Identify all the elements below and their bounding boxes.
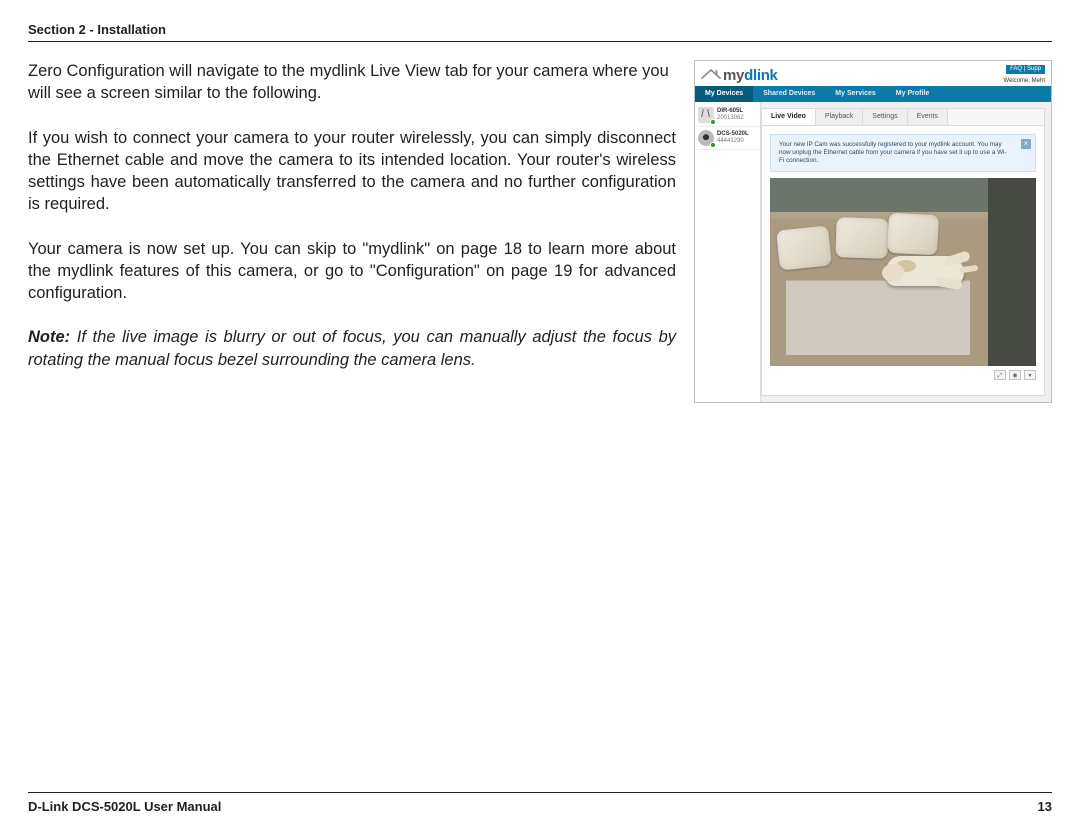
device-item-router[interactable]: DIR-605L 20013062 <box>695 104 760 127</box>
brand-dlink: dlink <box>744 67 778 84</box>
device-name: DIR-605L <box>717 108 744 115</box>
control-dropdown[interactable]: ▾ <box>1024 370 1036 380</box>
section-title: Section 2 - Installation <box>28 22 1052 37</box>
nav-shared-devices[interactable]: Shared Devices <box>753 86 825 102</box>
device-id: 44441290 <box>717 138 749 145</box>
page-footer: D-Link DCS-5020L User Manual 13 <box>28 792 1052 814</box>
note-paragraph: Note: If the live image is blurry or out… <box>28 326 676 371</box>
note-label: Note: <box>28 328 70 346</box>
device-name: DCS-5020L <box>717 131 749 138</box>
device-sidebar: DIR-605L 20013062 DCS-5020L 44441290 <box>695 102 761 402</box>
dog-on-couch <box>886 256 964 286</box>
main-nav: My Devices Shared Devices My Services My… <box>695 86 1051 102</box>
close-icon[interactable]: × <box>1021 139 1031 149</box>
nav-my-devices[interactable]: My Devices <box>695 86 753 102</box>
live-video-frame <box>770 178 1036 366</box>
note-text: If the live image is blurry or out of fo… <box>28 328 676 368</box>
brand-my: my <box>723 67 744 84</box>
manual-title: D-Link DCS-5020L User Manual <box>28 799 221 814</box>
tab-playback[interactable]: Playback <box>816 109 863 125</box>
welcome-text: Welcome, Meht <box>1003 78 1045 84</box>
camera-icon <box>698 130 714 146</box>
registration-notice: Your new IP Cam was successfully registe… <box>770 134 1036 173</box>
control-button[interactable]: ◉ <box>1009 370 1021 380</box>
mydlink-logo: mydlink <box>701 68 778 85</box>
device-id: 20013062 <box>717 115 744 122</box>
nav-my-services[interactable]: My Services <box>825 86 885 102</box>
control-button[interactable]: ⤢ <box>994 370 1006 380</box>
nav-my-profile[interactable]: My Profile <box>886 86 939 102</box>
status-dot-icon <box>710 142 716 148</box>
main-panel: Live Video Playback Settings Events Your… <box>761 108 1045 396</box>
content-tabs: Live Video Playback Settings Events <box>762 109 1044 126</box>
house-icon <box>701 68 721 84</box>
paragraph-1: Zero Configuration will navigate to the … <box>28 60 676 105</box>
body-text-column: Zero Configuration will navigate to the … <box>28 60 676 403</box>
page-number: 13 <box>1038 799 1052 814</box>
faq-link[interactable]: FAQ | Supp <box>1006 65 1045 74</box>
router-icon <box>698 107 714 123</box>
tab-settings[interactable]: Settings <box>863 109 907 125</box>
device-item-camera[interactable]: DCS-5020L 44441290 <box>695 127 760 150</box>
paragraph-2: If you wish to connect your camera to yo… <box>28 127 676 216</box>
status-dot-icon <box>710 119 716 125</box>
mydlink-screenshot: mydlink FAQ | Supp Welcome, Meht My Devi… <box>694 60 1052 403</box>
tab-live-video[interactable]: Live Video <box>762 109 816 125</box>
header-rule: Section 2 - Installation <box>28 22 1052 42</box>
paragraph-3: Your camera is now set up. You can skip … <box>28 238 676 305</box>
tab-events[interactable]: Events <box>908 109 948 125</box>
video-controls: ⤢ ◉ ▾ <box>770 370 1036 380</box>
notice-text: Your new IP Cam was successfully registe… <box>779 141 1007 164</box>
